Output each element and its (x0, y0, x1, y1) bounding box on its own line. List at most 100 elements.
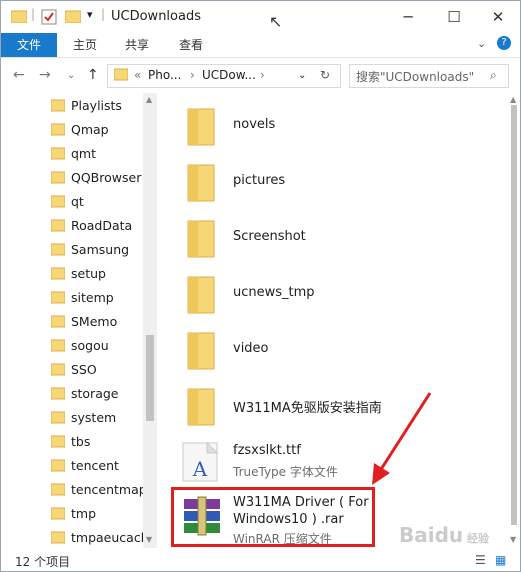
sidebar-item-label: RoadData (71, 218, 133, 233)
list-item[interactable]: Screenshot (181, 213, 501, 263)
chevron-up-icon[interactable]: ▲ (510, 95, 516, 104)
file-name: W311MA免驱版安装指南 (233, 401, 382, 416)
tab-view[interactable]: 查看 (167, 33, 215, 57)
sidebar-item[interactable]: system (50, 406, 141, 430)
sidebar-item-label: Samsung (71, 242, 130, 257)
folder-icon (50, 170, 66, 187)
sidebar-item[interactable]: tmpaeucach (50, 526, 149, 550)
folder-icon (50, 194, 66, 211)
folder-icon (50, 218, 66, 235)
refresh-icon[interactable]: ↻ (320, 68, 330, 82)
folder-icon (50, 122, 66, 139)
folder-icon[interactable] (64, 9, 82, 26)
folder-icon (186, 219, 216, 262)
tab-share[interactable]: 共享 (113, 33, 161, 57)
folder-icon (186, 387, 216, 430)
sidebar-item-label: Playlists (71, 98, 122, 113)
forward-icon[interactable]: → (39, 67, 51, 83)
chevron-down-icon[interactable]: ⌄ (477, 37, 486, 50)
chevron-down-icon[interactable]: ▼ (510, 535, 516, 544)
maximize-icon: ☐ (447, 8, 461, 26)
address-row: ← → ⌄ ↑ « Pho... › UCDow... › ⌄ ↻ 搜索"UCD… (1, 58, 520, 92)
sidebar-item[interactable]: tmp (50, 502, 141, 526)
breadcrumb-overflow[interactable]: « (134, 68, 141, 82)
sidebar-item[interactable]: Qmap (50, 118, 141, 142)
sidebar-item[interactable]: Samsung (50, 238, 141, 262)
sidebar-item[interactable]: storage (50, 382, 141, 406)
list-item[interactable]: pictures (181, 157, 501, 207)
sidebar-item-label: qmt (71, 146, 97, 161)
file-type: TrueType 字体文件 (233, 465, 338, 479)
file-name: Screenshot (233, 229, 306, 244)
help-icon[interactable]: ? (497, 36, 511, 50)
sidebar-item[interactable]: Playlists (50, 94, 141, 118)
search-input[interactable]: 搜索"UCDownloads" ⌕ (349, 64, 509, 88)
sidebar-item-label: tencent (71, 458, 119, 473)
sidebar-item[interactable]: RoadData (50, 214, 141, 238)
folder-icon (113, 67, 129, 84)
sidebar-item[interactable]: sitemp (50, 286, 141, 310)
tab-home[interactable]: 主页 (61, 33, 109, 57)
list-item[interactable]: W311MA免驱版安装指南 (181, 381, 501, 431)
address-bar[interactable]: « Pho... › UCDow... › ⌄ ↻ (107, 64, 341, 88)
title-bar: | ▾ | UCDownloads ↖ ─ ☐ ✕ (1, 1, 520, 33)
nav-scrollbar-thumb[interactable] (146, 335, 154, 421)
chevron-down-icon[interactable]: ⌄ (298, 70, 306, 81)
up-icon[interactable]: ↑ (87, 67, 99, 83)
chevron-up-icon[interactable]: ▲ (146, 95, 152, 104)
chevron-down-icon[interactable]: ▼ (146, 535, 152, 544)
tab-file[interactable]: 文件 (1, 33, 57, 57)
list-item[interactable]: video (181, 325, 501, 375)
content-scrollbar[interactable]: ▲ ▼ (508, 93, 520, 548)
sidebar-item[interactable]: qmt (50, 142, 141, 166)
list-item[interactable]: ucnews_tmp (181, 269, 501, 319)
maximize-button[interactable]: ☐ (431, 1, 477, 33)
sidebar-item[interactable]: tencentmaps (50, 478, 153, 502)
file-type: WinRAR 压缩文件 (233, 532, 332, 546)
sidebar-item[interactable]: sogou (50, 334, 141, 358)
rar-file-name[interactable]: W311MA Driver ( For Windows10 ) .rar (233, 494, 373, 528)
nav-scrollbar[interactable]: ▲ ▼ (143, 93, 157, 548)
sidebar-item[interactable]: tbs (50, 430, 141, 454)
sidebar-item[interactable]: qt (50, 190, 141, 214)
sidebar-item-label: tmp (71, 506, 97, 521)
sidebar-item[interactable]: SMemo (50, 310, 141, 334)
chevron-down-icon[interactable]: ⌄ (67, 70, 75, 81)
details-view-icon[interactable]: ☰ (475, 553, 486, 567)
folder-icon (50, 338, 66, 355)
content-scrollbar-thumb[interactable] (511, 105, 517, 525)
search-icon: ⌕ (490, 68, 497, 82)
item-count: 12 个项目 (15, 555, 71, 569)
sidebar-item[interactable]: tencent (50, 454, 141, 478)
winrar-icon (181, 495, 223, 540)
dropdown-icon[interactable]: ▾ (87, 8, 93, 21)
list-item[interactable]: A fzsxslkt.ttf TrueType 字体文件 (179, 437, 499, 487)
sidebar-item-label: sogou (71, 338, 109, 353)
folder-icon (186, 275, 216, 318)
large-icons-view-icon[interactable]: ▦ (495, 553, 506, 567)
sidebar-item[interactable]: QQBrowser (50, 166, 141, 190)
breadcrumb-segment[interactable]: UCDow... (202, 68, 256, 82)
close-icon: ✕ (491, 8, 505, 26)
minimize-button[interactable]: ─ (385, 1, 431, 33)
folder-icon (50, 314, 66, 331)
sidebar-item[interactable]: setup (50, 262, 141, 286)
folder-icon (50, 458, 66, 475)
folder-icon (50, 242, 66, 259)
breadcrumb-segment[interactable]: Pho... (148, 68, 181, 82)
folder-icon (50, 362, 66, 379)
sidebar-item[interactable]: SSO (50, 358, 141, 382)
back-icon[interactable]: ← (13, 67, 25, 83)
sidebar-item-label: tencentmaps (71, 482, 154, 497)
sidebar-item-label: SSO (71, 362, 97, 377)
sidebar-item-label: sitemp (71, 290, 114, 305)
folder-icon (50, 290, 66, 307)
file-name: pictures (233, 173, 286, 188)
list-item[interactable]: novels (181, 101, 501, 151)
close-button[interactable]: ✕ (475, 1, 520, 33)
folder-icon (50, 434, 66, 451)
sidebar-item-label: setup (71, 266, 106, 281)
sidebar-item-label: storage (71, 386, 119, 401)
check-icon[interactable] (41, 9, 57, 28)
folder-icon (50, 506, 66, 523)
